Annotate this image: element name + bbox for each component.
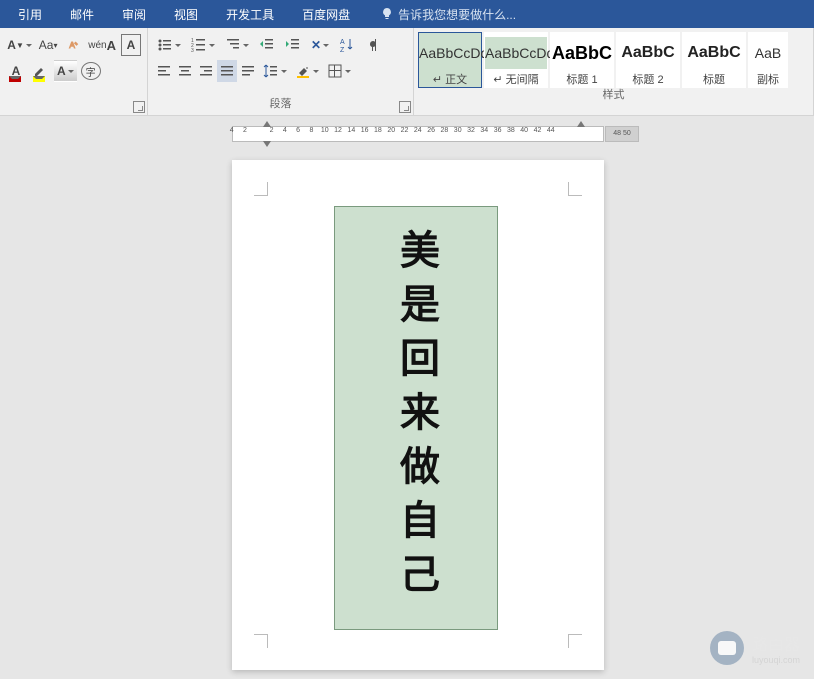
enclose-characters-button[interactable]: 字 — [81, 62, 101, 80]
margin-mark-br — [568, 634, 582, 648]
shading-button[interactable] — [292, 60, 322, 82]
style-normal[interactable]: AaBbCcDd ↵ 正文 — [418, 32, 482, 88]
pinyin-guide-button[interactable]: wénA — [87, 34, 117, 56]
menu-mailings[interactable]: 邮件 — [56, 0, 108, 28]
change-case-button[interactable]: A▼ — [6, 34, 33, 56]
menu-review[interactable]: 审阅 — [108, 0, 160, 28]
styles-group-label: 样式 — [603, 89, 625, 101]
text-box[interactable]: 美是回来做自己 — [334, 206, 498, 630]
watermark-url: luyouqi.com — [752, 655, 800, 665]
watermark: 路由器 luyouqi.com — [710, 631, 800, 665]
ruler-ticks: 4224681012141618202224262830323436384042… — [225, 127, 603, 134]
style-title[interactable]: AaBbC 标题 — [682, 32, 746, 88]
style-heading-1[interactable]: AaBbC 标题 1 — [550, 32, 614, 88]
lightbulb-icon — [380, 7, 394, 21]
style-subtitle[interactable]: AaB 副标 — [748, 32, 788, 88]
ribbon: A▼ Aa▾ wénA A A A 字 — [0, 28, 814, 116]
ribbon-group-paragraph: 123 ✕ AZ — [148, 28, 414, 115]
asian-layout-button[interactable]: ✕ — [308, 34, 332, 56]
styles-gallery[interactable]: AaBbCcDd ↵ 正文 AaBbCcDd ↵ 无间隔 AaBbC 标题 1 … — [414, 28, 813, 88]
first-line-indent-marker[interactable] — [263, 121, 271, 127]
show-marks-button[interactable] — [362, 34, 384, 56]
style-heading-2[interactable]: AaBbC 标题 2 — [616, 32, 680, 88]
watermark-text: 路由器 — [752, 631, 800, 655]
vertical-text[interactable]: 美是回来做自己 — [387, 229, 445, 607]
menu-developer[interactable]: 开发工具 — [212, 0, 288, 28]
margin-mark-bl — [254, 634, 268, 648]
style-no-spacing[interactable]: AaBbCcDd ↵ 无间隔 — [484, 32, 548, 88]
tellme-search[interactable]: 告诉我您想要做什么... — [364, 6, 516, 23]
left-indent-marker[interactable] — [263, 141, 271, 147]
paragraph-group-label: 段落 — [270, 98, 292, 110]
svg-text:3: 3 — [191, 48, 194, 53]
font-color-button[interactable]: A — [6, 60, 26, 82]
menu-view[interactable]: 视图 — [160, 0, 212, 28]
bullets-button[interactable] — [154, 34, 184, 56]
watermark-logo-icon — [710, 631, 744, 665]
svg-text:A: A — [340, 39, 345, 46]
sort-button[interactable]: AZ — [336, 34, 358, 56]
align-center-button[interactable] — [175, 60, 195, 82]
line-spacing-button[interactable] — [260, 60, 290, 82]
clear-format-button[interactable] — [63, 34, 83, 56]
ribbon-group-styles: AaBbCcDd ↵ 正文 AaBbCcDd ↵ 无间隔 AaBbC 标题 1 … — [414, 28, 814, 115]
margin-mark-tr — [568, 182, 582, 196]
increase-indent-button[interactable] — [282, 34, 304, 56]
svg-text:Z: Z — [340, 47, 345, 53]
align-distribute-button[interactable] — [238, 60, 258, 82]
highlight-button[interactable] — [30, 60, 50, 82]
align-right-button[interactable] — [196, 60, 216, 82]
workspace: 4224681012141618202224262830323436384042… — [0, 116, 814, 679]
right-indent-marker[interactable] — [577, 121, 585, 127]
decrease-indent-button[interactable] — [256, 34, 278, 56]
ribbon-group-font: A▼ Aa▾ wénA A A A 字 — [0, 28, 148, 115]
horizontal-ruler[interactable]: 4224681012141618202224262830323436384042… — [232, 126, 604, 142]
borders-button[interactable] — [324, 60, 354, 82]
menu-baidu[interactable]: 百度网盘 — [288, 0, 364, 28]
menubar: 引用 邮件 审阅 视图 开发工具 百度网盘 告诉我您想要做什么... — [0, 0, 814, 28]
menu-references[interactable]: 引用 — [4, 0, 56, 28]
font-group-launcher[interactable] — [133, 101, 145, 113]
character-shading-button[interactable]: A — [54, 60, 77, 82]
document-page[interactable]: 美是回来做自己 — [232, 160, 604, 670]
capitalize-button[interactable]: Aa▾ — [37, 34, 59, 56]
margin-mark-tl — [254, 182, 268, 196]
tellme-placeholder: 告诉我您想要做什么... — [398, 6, 516, 23]
align-left-button[interactable] — [154, 60, 174, 82]
numbering-button[interactable]: 123 — [188, 34, 218, 56]
paragraph-group-launcher[interactable] — [399, 101, 411, 113]
font-group-label — [0, 97, 147, 115]
ruler-end: 48 50 — [605, 126, 639, 142]
character-border-button[interactable]: A — [121, 34, 141, 56]
multilevel-list-button[interactable] — [222, 34, 252, 56]
align-justify-button[interactable] — [217, 60, 237, 82]
